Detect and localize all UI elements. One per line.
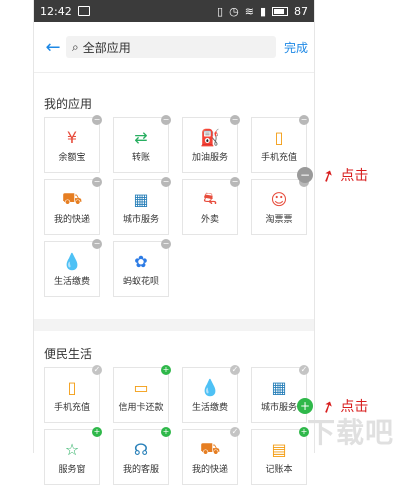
truck-icon: ⛟	[199, 438, 221, 458]
remove-badge-icon[interactable]: −	[161, 115, 171, 125]
notebook-icon: ▤	[271, 439, 287, 459]
section-title-convenience: 便民生活	[44, 346, 93, 361]
section-title-my-apps: 我的应用	[44, 96, 93, 111]
app-tile[interactable]: 💧 生活缴费 ✓	[182, 365, 240, 423]
app-label: 我的快递	[53, 215, 90, 225]
app-label: 服务窗	[58, 465, 86, 475]
app-tile[interactable]: ▭ 信用卡还款 +	[113, 365, 171, 423]
search-input[interactable]: ⌕ 全部应用	[66, 36, 276, 58]
drop-icon: 💧	[62, 251, 82, 271]
transfer-icon: ⇄	[134, 127, 148, 147]
fuel-icon: ⛽	[200, 127, 220, 147]
huabei-icon: ✿	[134, 251, 148, 271]
app-label: 我的客服	[122, 465, 159, 475]
added-check-icon: ✓	[230, 427, 240, 437]
callout-text: 点击	[340, 168, 369, 184]
building-icon: ▦	[271, 377, 287, 397]
app-label: 记账本	[265, 465, 293, 475]
app-label: 城市服务	[122, 215, 159, 225]
app-tile[interactable]: ⇄ 转账 −	[113, 115, 171, 173]
app-tile[interactable]: ⛟ 我的快递 −	[44, 177, 102, 235]
remove-badge-icon[interactable]: −	[92, 177, 102, 187]
phone-topup-icon: ▯	[274, 127, 284, 147]
added-check-icon: ✓	[92, 365, 102, 375]
app-tile[interactable]: 💧 生活缴费 −	[44, 239, 102, 297]
section-divider	[34, 319, 314, 331]
status-bar: 12:42 ▯ ◷ ≋ ▮ 87	[34, 0, 314, 22]
app-label: 淘票票	[265, 215, 293, 225]
my-apps-grid: ¥ 余额宝 − ⇄ 转账 − ⛽ 加油服务 − ▯ 手机充值 − ⛟ 我的快递 − ▦ 城市服务 − ⛐ 外卖 − ☺ 淘票…	[34, 115, 314, 297]
scooter-icon: ⛐	[203, 188, 217, 208]
arrow-icon: ➚	[317, 163, 338, 187]
app-label: 手机充值	[53, 403, 90, 413]
yuebao-icon: ¥	[66, 127, 78, 147]
app-tile[interactable]: ☺淘票票−	[251, 177, 309, 235]
phone-topup-icon: ▯	[67, 377, 77, 397]
app-tile[interactable]: ▦ 城市服务 −	[113, 177, 171, 235]
app-label: 城市服务	[260, 403, 297, 413]
remove-badge-icon[interactable]: −	[92, 115, 102, 125]
drop-icon: 💧	[200, 377, 220, 397]
back-arrow-icon[interactable]: ←	[40, 37, 66, 58]
app-tile[interactable]: ⛽ 加油服务 −	[182, 115, 240, 173]
phone-screen: 12:42 ▯ ◷ ≋ ▮ 87 ← ⌕ 全部应用 完成 我的应用 ¥ 余额宝 − ⇄…	[33, 0, 315, 485]
app-label: 外卖	[200, 215, 219, 225]
alarm-icon: ◷	[229, 4, 239, 18]
building-icon: ▦	[133, 189, 149, 209]
app-tile[interactable]: ☊ 我的客服 +	[113, 427, 171, 485]
app-label: 手机充值	[260, 153, 297, 163]
credit-card-icon: ▭	[133, 377, 149, 397]
app-tile[interactable]: ▤ 记账本 +	[251, 427, 309, 485]
ticket-face-icon: ☺	[270, 189, 288, 209]
remove-badge-icon[interactable]: −	[299, 115, 309, 125]
remove-symbol: −	[297, 167, 313, 183]
remove-badge-icon[interactable]: −	[230, 115, 240, 125]
remove-badge-icon[interactable]: −	[161, 239, 171, 249]
app-label: 蚂蚁花呗	[122, 277, 159, 287]
wifi-icon: ≋	[244, 4, 254, 18]
app-tile[interactable]: ¥ 余额宝 −	[44, 115, 102, 173]
app-label: 信用卡还款	[118, 403, 164, 413]
added-check-icon: ✓	[230, 365, 240, 375]
service-window-icon: ☆	[64, 439, 80, 459]
remove-badge-icon[interactable]: −	[230, 177, 240, 187]
app-label: 余额宝	[58, 153, 86, 163]
app-label: 生活缴费	[53, 277, 90, 287]
add-badge-icon[interactable]: +	[92, 427, 102, 437]
app-label: 生活缴费	[191, 403, 228, 413]
signal-icon: ▮	[259, 4, 266, 18]
app-tile[interactable]: ⛐ 外卖 −	[182, 177, 240, 235]
add-badge-icon[interactable]: +	[161, 365, 171, 375]
app-tile[interactable]: ⛟ 我的快递 ✓	[182, 427, 240, 485]
app-label: 转账	[131, 153, 150, 163]
battery-level: 87	[294, 4, 308, 18]
image-notification-icon	[77, 6, 90, 16]
app-label: 加油服务	[191, 153, 228, 163]
app-tile[interactable]: ☆ 服务窗 +	[44, 427, 102, 485]
search-header: ← ⌕ 全部应用 完成	[34, 22, 314, 73]
search-icon: ⌕	[72, 39, 79, 54]
callout-remove: − ➚ 点击	[297, 163, 369, 187]
remove-badge-icon[interactable]: −	[92, 239, 102, 249]
remove-badge-icon[interactable]: −	[161, 177, 171, 187]
search-text: 全部应用	[82, 40, 131, 55]
battery-icon	[272, 6, 288, 16]
truck-icon: ⛟	[61, 188, 83, 208]
status-time: 12:42	[40, 4, 72, 18]
headset-icon: ☊	[133, 439, 149, 459]
done-button[interactable]: 完成	[284, 39, 308, 56]
app-tile[interactable]: ✿ 蚂蚁花呗 −	[113, 239, 171, 297]
vibrate-icon: ▯	[217, 4, 224, 18]
convenience-grid: ▯ 手机充值 ✓ ▭ 信用卡还款 + 💧 生活缴费 ✓ ▦ 城市服务 ✓ ☆ 服务窗 + ☊ 我的客服 + ⛟ 我的快…	[34, 365, 314, 485]
app-tile[interactable]: ▯ 手机充值 ✓	[44, 365, 102, 423]
app-label: 我的快递	[191, 465, 228, 475]
add-badge-icon[interactable]: +	[161, 427, 171, 437]
watermark-logo: 下载吧	[306, 416, 394, 449]
added-check-icon: ✓	[299, 365, 309, 375]
